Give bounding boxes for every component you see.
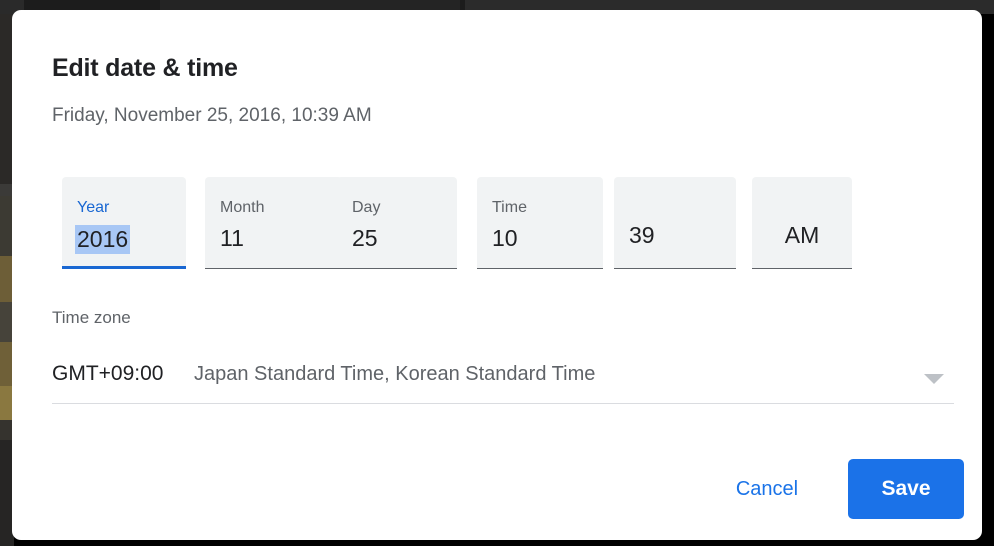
timezone-label: Time zone [52, 308, 131, 327]
day-field-label: Day [352, 199, 381, 216]
year-field-underline [62, 266, 186, 269]
meridiem-field-value[interactable]: AM [752, 222, 852, 249]
month-field-label: Month [220, 199, 265, 216]
timezone-select[interactable]: GMT+09:00 Japan Standard Time, Korean St… [52, 362, 954, 404]
chevron-down-icon[interactable] [924, 374, 944, 384]
cancel-button[interactable]: Cancel [712, 468, 822, 510]
edit-date-time-dialog: Edit date & time Friday, November 25, 20… [12, 10, 982, 540]
day-field[interactable]: Day 25 [337, 177, 457, 269]
timezone-name: Japan Standard Time, Korean Standard Tim… [194, 363, 596, 385]
hour-field-underline [477, 268, 603, 269]
meridiem-field-underline [752, 268, 852, 269]
day-field-underline [337, 268, 457, 269]
dialog-title: Edit date & time [52, 54, 238, 82]
timezone-divider [52, 403, 954, 404]
month-field-underline [205, 268, 342, 269]
timezone-offset: GMT+09:00 [52, 362, 164, 385]
minute-field[interactable]: 39 [614, 177, 736, 269]
minute-field-value[interactable]: 39 [629, 222, 655, 249]
month-field[interactable]: Month 11 [205, 177, 342, 269]
day-field-value[interactable]: 25 [352, 225, 378, 252]
hour-field[interactable]: Time 10 [477, 177, 603, 269]
year-field[interactable]: Year 2016 [62, 177, 186, 269]
month-field-value[interactable]: 11 [220, 225, 244, 252]
minute-field-underline [614, 268, 736, 269]
save-button[interactable]: Save [848, 459, 964, 519]
dialog-subtitle: Friday, November 25, 2016, 10:39 AM [52, 105, 372, 126]
meridiem-field[interactable]: AM [752, 177, 852, 269]
year-field-label: Year [77, 199, 110, 216]
year-field-value[interactable]: 2016 [75, 225, 131, 254]
hour-field-label: Time [492, 199, 527, 216]
hour-field-value[interactable]: 10 [492, 225, 518, 252]
